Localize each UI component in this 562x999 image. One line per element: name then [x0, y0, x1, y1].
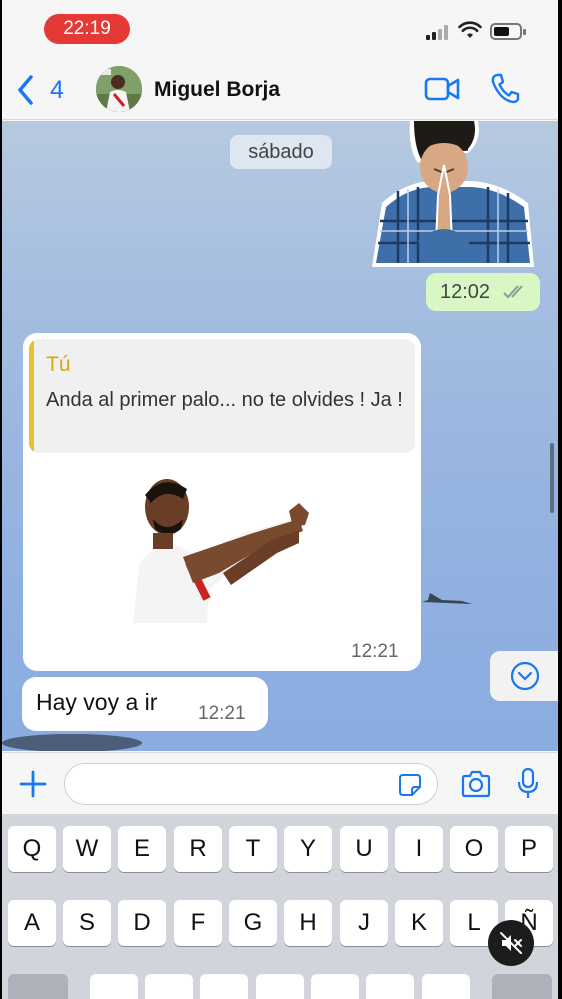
status-time: 22:19 — [44, 14, 130, 44]
key-t[interactable]: T — [229, 826, 277, 872]
key-partial-3[interactable] — [200, 974, 248, 999]
key-y[interactable]: Y — [284, 826, 332, 872]
key-partial-2[interactable] — [145, 974, 193, 999]
mute-button[interactable] — [488, 920, 534, 966]
sent-message-time: 12:02 — [440, 281, 491, 303]
quote-text: Anda al primer palo... no te olvides ! J… — [46, 389, 403, 411]
video-call-icon[interactable] — [424, 74, 460, 104]
key-partial-4[interactable] — [256, 974, 304, 999]
keyboard-row-2: A S D F G H J K L Ñ — [2, 900, 558, 946]
key-f[interactable]: F — [174, 900, 222, 946]
key-w[interactable]: W — [63, 826, 111, 872]
key-r[interactable]: R — [174, 826, 222, 872]
cellular-signal-icon — [426, 24, 452, 40]
football-player-sticker[interactable] — [123, 473, 323, 623]
keyboard: Q W E R T Y U I O P A S D F G H J K L Ñ — [2, 814, 558, 999]
received-message-bubble[interactable]: Tú Anda al primer palo... no te olvides … — [23, 333, 421, 671]
avatar-image — [96, 66, 142, 112]
key-g[interactable]: G — [229, 900, 277, 946]
contact-name[interactable]: Miguel Borja — [154, 78, 280, 102]
quoted-message[interactable]: Tú Anda al primer palo... no te olvides … — [29, 339, 415, 453]
wallpaper-cloud — [2, 734, 142, 751]
message-input-bar — [2, 752, 558, 814]
key-p[interactable]: P — [505, 826, 553, 872]
camera-icon[interactable] — [460, 769, 492, 799]
microphone-icon[interactable] — [516, 767, 540, 801]
received-message-bubble-2[interactable]: Hay voy a ir 12:21 — [22, 677, 268, 731]
chat-header: 4 Miguel Borja — [2, 60, 558, 120]
received-message-text: Hay voy a ir — [36, 689, 158, 715]
wallpaper-plane — [422, 593, 472, 604]
received-message-time: 12:21 — [351, 641, 399, 662]
key-k[interactable]: K — [395, 900, 443, 946]
quote-bar — [29, 339, 34, 453]
key-q[interactable]: Q — [8, 826, 56, 872]
praying-man-sticker[interactable] — [368, 121, 536, 267]
chevron-down-circle-icon — [510, 661, 540, 691]
wifi-icon — [458, 21, 482, 38]
shift-key[interactable] — [8, 974, 68, 999]
keyboard-row-3 — [2, 974, 558, 999]
key-o[interactable]: O — [450, 826, 498, 872]
key-s[interactable]: S — [63, 900, 111, 946]
key-d[interactable]: D — [118, 900, 166, 946]
quote-author: Tú — [46, 353, 71, 376]
phone-screen: 22:19 4 Miguel Borja sábado 12:02 Tú And… — [2, 0, 558, 999]
scroll-to-bottom-button[interactable] — [490, 651, 558, 701]
key-u[interactable]: U — [340, 826, 388, 872]
chat-area[interactable]: sábado 12:02 Tú Anda al primer palo... n… — [2, 121, 558, 751]
key-i[interactable]: I — [395, 826, 443, 872]
key-partial-6[interactable] — [366, 974, 414, 999]
key-j[interactable]: J — [340, 900, 388, 946]
chevron-left-icon — [18, 75, 33, 105]
date-separator: sábado — [230, 135, 332, 169]
status-bar: 22:19 — [2, 0, 558, 60]
plus-icon[interactable] — [18, 769, 48, 799]
key-partial-7[interactable] — [422, 974, 470, 999]
message-input[interactable] — [64, 763, 438, 805]
keyboard-row-1: Q W E R T Y U I O P — [2, 826, 558, 872]
back-button[interactable]: 4 — [16, 72, 64, 108]
key-h[interactable]: H — [284, 900, 332, 946]
contact-avatar[interactable] — [96, 66, 142, 112]
chat-scrollbar[interactable] — [550, 443, 554, 513]
unread-count: 4 — [50, 75, 64, 104]
phone-icon[interactable] — [490, 72, 520, 104]
key-partial-1[interactable] — [90, 974, 138, 999]
double-check-icon — [503, 285, 523, 299]
battery-icon — [490, 23, 526, 40]
sticker-icon[interactable] — [398, 773, 422, 797]
backspace-key[interactable] — [492, 974, 552, 999]
sent-message-bubble[interactable]: 12:02 — [426, 273, 540, 311]
received-message-2-time: 12:21 — [198, 703, 246, 724]
key-e[interactable]: E — [118, 826, 166, 872]
key-partial-5[interactable] — [311, 974, 359, 999]
speaker-muted-icon — [500, 932, 522, 954]
key-a[interactable]: A — [8, 900, 56, 946]
